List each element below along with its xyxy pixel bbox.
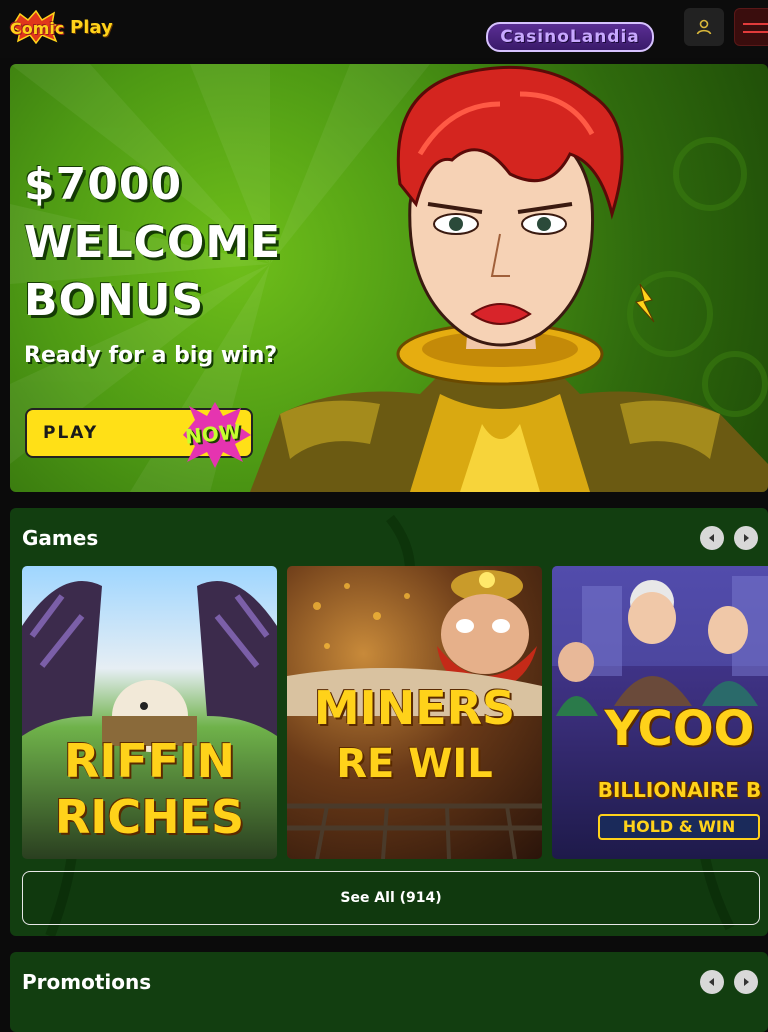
see-all-games-button[interactable]: See All (914) — [22, 871, 760, 925]
play-now-button[interactable]: PLAY NOW — [25, 402, 253, 468]
account-button[interactable] — [684, 8, 724, 46]
game-tile-griffin-riches[interactable]: RIFFIN RICHES — [22, 566, 277, 859]
promotions-title: Promotions — [22, 970, 152, 994]
game-tile-tycoons-billionaire[interactable]: YCOO BILLIONAIRE B HOLD & WIN — [552, 566, 768, 859]
user-icon — [696, 19, 712, 35]
chevron-left-icon — [709, 534, 714, 542]
logo-word-play: Play — [70, 16, 113, 38]
game-tile-title-line2: RE WIL — [336, 741, 493, 787]
games-section: Games RIFFIN RICHES MINERS RE WIL YCOO B… — [10, 508, 768, 936]
logo-burst-icon: Comic — [8, 10, 64, 44]
game-tile-title-line2: RICHES — [54, 790, 245, 844]
game-tile-title-line1: RIFFIN — [64, 734, 235, 788]
game-tile-title-line1: YCOO — [604, 701, 755, 757]
top-bar: Comic Play CasinoLandia — [0, 0, 768, 58]
promotions-section: Promotions — [10, 952, 768, 1032]
site-logo[interactable]: Comic Play — [8, 10, 113, 44]
promotions-next-button[interactable] — [734, 970, 758, 994]
hold-and-win-badge: HOLD & WIN — [598, 814, 760, 840]
games-title: Games — [22, 526, 99, 550]
partner-logo[interactable]: CasinoLandia — [486, 22, 654, 52]
games-next-button[interactable] — [734, 526, 758, 550]
hamburger-menu-icon — [743, 23, 768, 25]
game-tile-miners-are-wild[interactable]: MINERS RE WIL — [287, 566, 542, 859]
game-tile-title-line2: BILLIONAIRE B — [597, 778, 762, 802]
comic-heroine-illustration — [250, 65, 768, 492]
chevron-right-icon — [744, 534, 749, 542]
welcome-bonus-banner[interactable]: $7000 WELCOME BONUS Ready for a big win?… — [10, 64, 768, 492]
game-tile-title-line1: MINERS — [313, 681, 516, 735]
games-prev-button[interactable] — [700, 526, 724, 550]
play-now-label: PLAY — [43, 423, 99, 443]
chevron-left-icon — [709, 978, 714, 986]
hamburger-line — [743, 31, 768, 33]
chevron-right-icon — [744, 978, 749, 986]
menu-button[interactable] — [734, 8, 768, 46]
promotions-prev-button[interactable] — [700, 970, 724, 994]
logo-word-comic: Comic — [10, 19, 65, 38]
